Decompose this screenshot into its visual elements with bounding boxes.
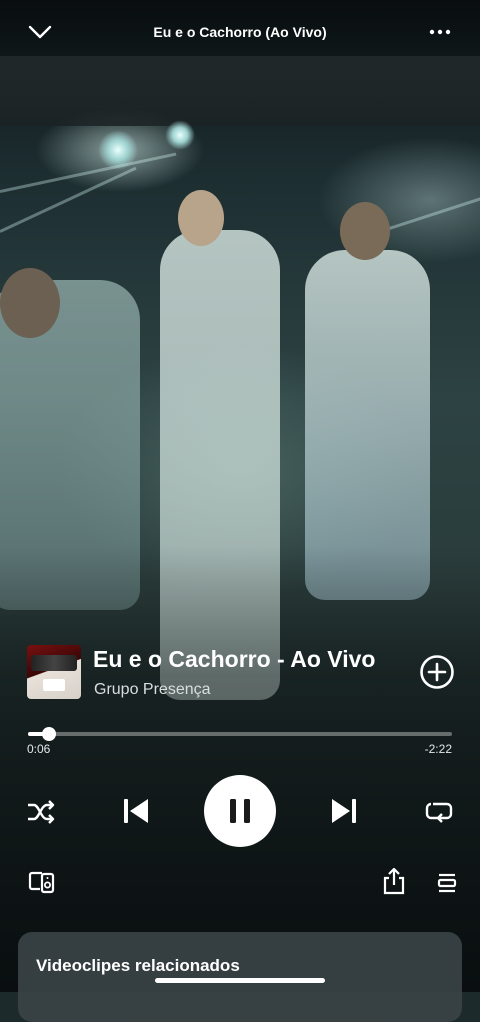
add-to-library-button[interactable] bbox=[419, 654, 455, 690]
pause-icon bbox=[230, 799, 250, 823]
progress-bar[interactable] bbox=[28, 727, 452, 741]
artist-name[interactable]: Grupo Presença bbox=[94, 681, 211, 699]
related-videos-card[interactable]: Videoclipes relacionados bbox=[18, 932, 462, 1022]
skip-next-icon[interactable] bbox=[329, 795, 359, 827]
home-indicator[interactable] bbox=[155, 978, 325, 983]
more-options-icon[interactable] bbox=[428, 22, 452, 42]
pause-button[interactable] bbox=[204, 775, 276, 847]
album-cover[interactable] bbox=[27, 645, 81, 699]
skip-previous-icon[interactable] bbox=[121, 795, 151, 827]
now-playing-title: Eu e o Cachorro (Ao Vivo) bbox=[153, 24, 327, 40]
queue-icon[interactable] bbox=[436, 870, 458, 894]
repeat-icon[interactable] bbox=[424, 798, 454, 826]
share-icon[interactable] bbox=[381, 867, 407, 895]
chevron-down-icon[interactable] bbox=[28, 22, 52, 42]
elapsed-time: 0:06 bbox=[27, 742, 51, 756]
top-bar: Eu e o Cachorro (Ao Vivo) bbox=[0, 10, 480, 54]
related-videos-title: Videoclipes relacionados bbox=[36, 956, 240, 975]
remaining-time: -2:22 bbox=[424, 742, 452, 756]
track-title[interactable]: Eu e o Cachorro - Ao Vivo bbox=[93, 646, 375, 673]
plus-circle-icon bbox=[420, 655, 454, 689]
progress-handle[interactable] bbox=[42, 727, 56, 741]
shuffle-icon[interactable] bbox=[26, 798, 56, 826]
connect-devices-icon[interactable] bbox=[28, 869, 56, 895]
